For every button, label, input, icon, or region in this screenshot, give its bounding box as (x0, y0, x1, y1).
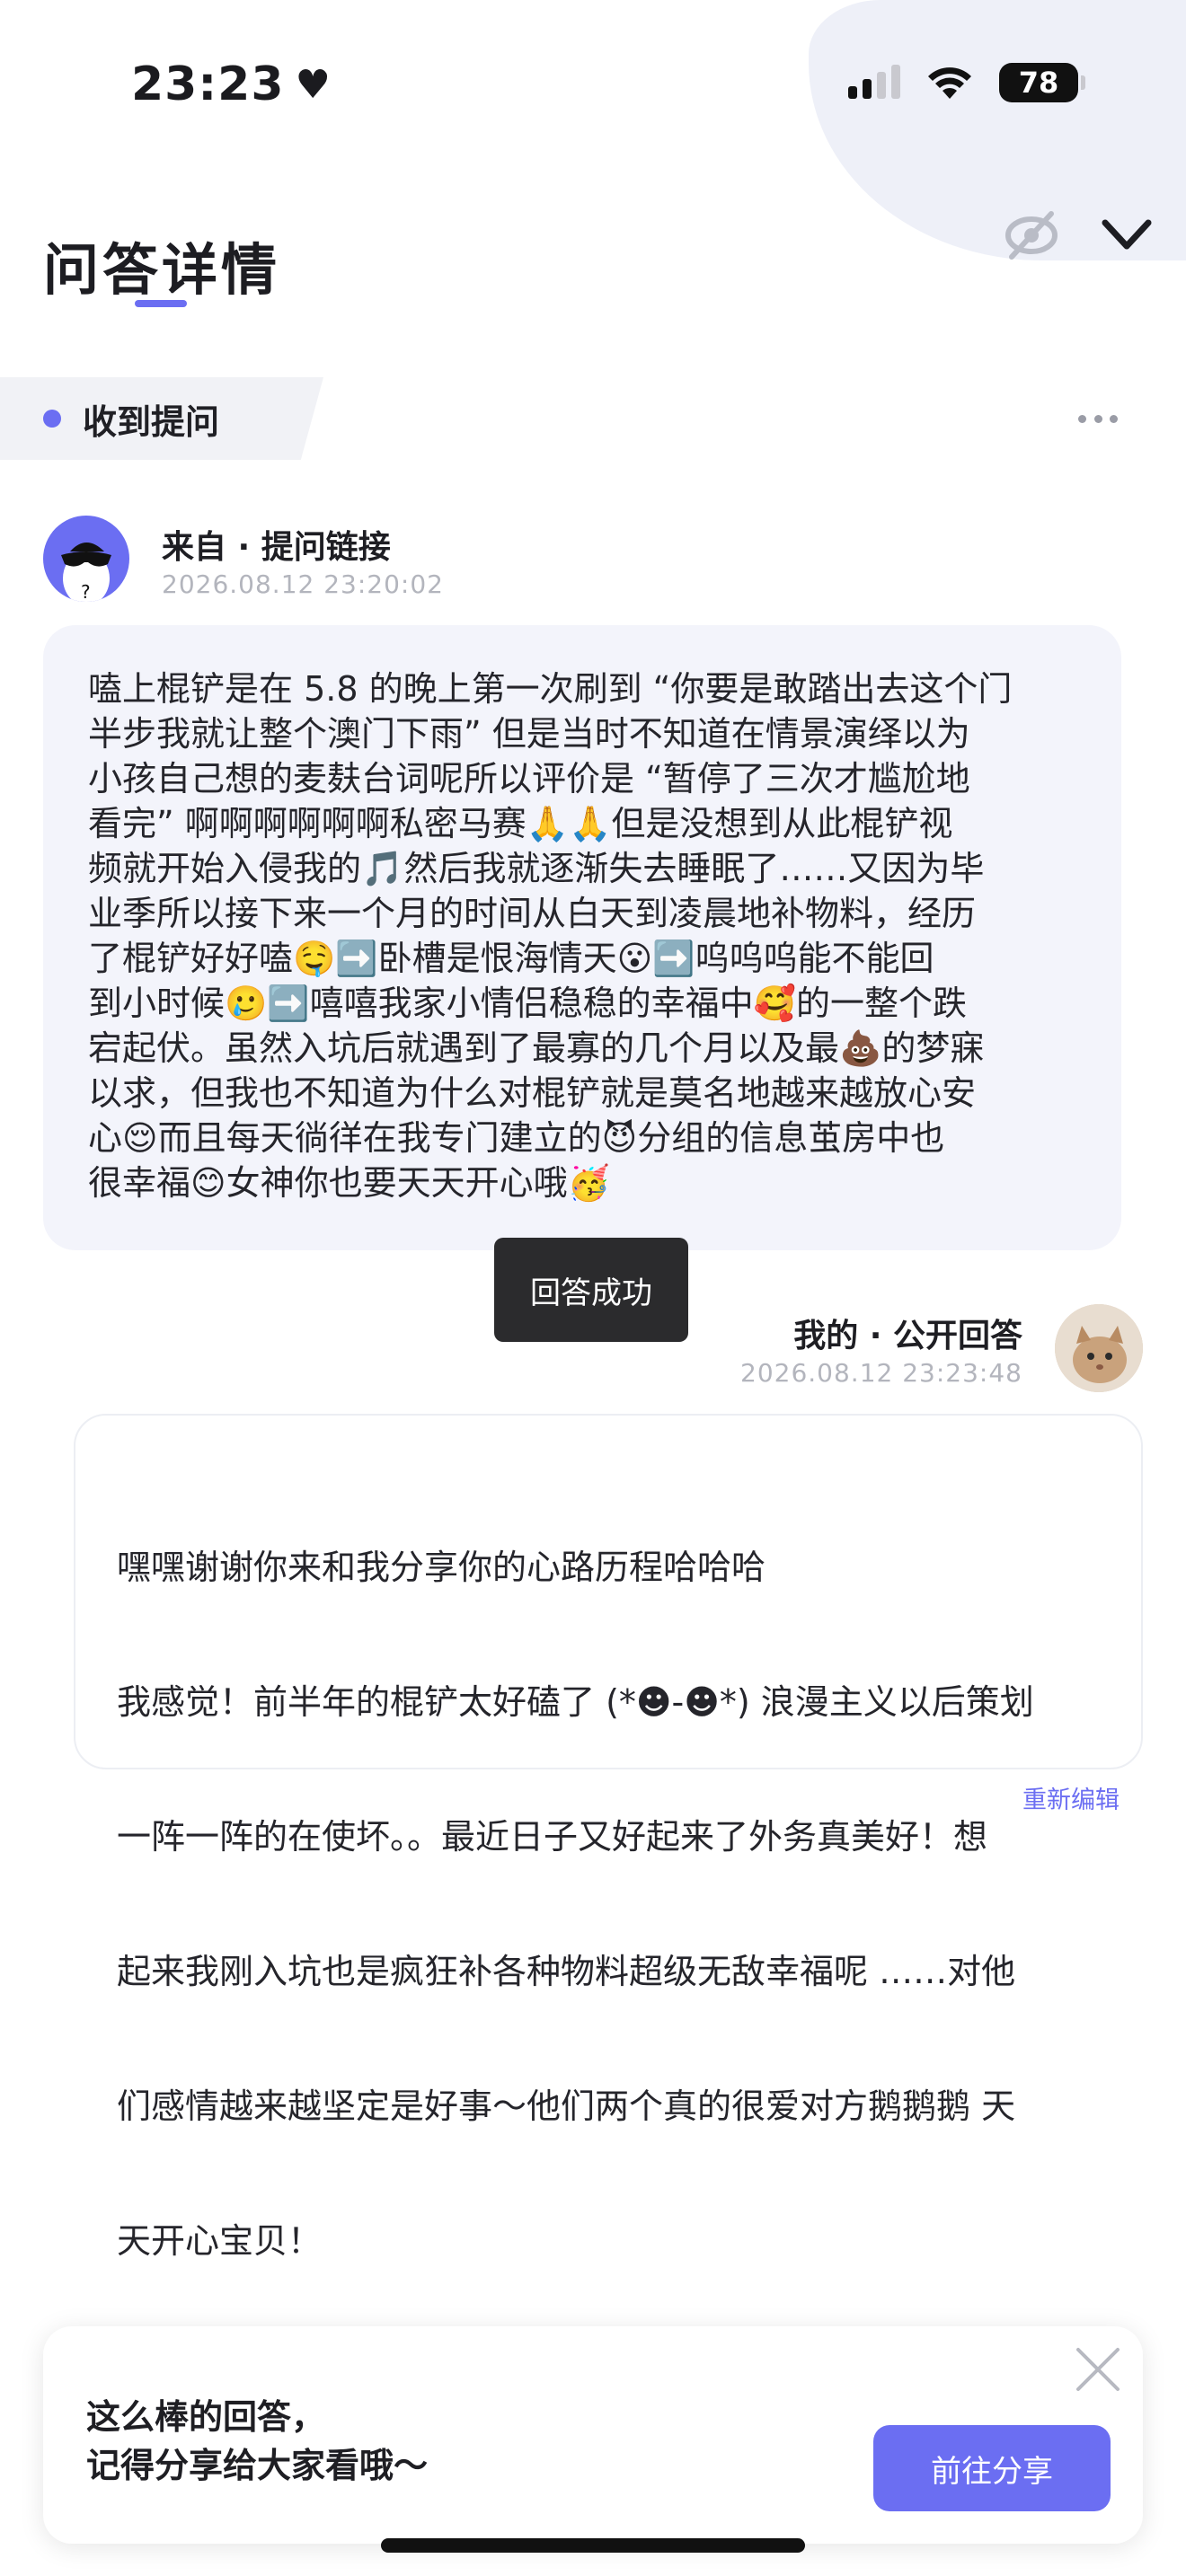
share-line-2: 记得分享给大家看哦～ (86, 2446, 429, 2485)
share-prompt-card: 这么棒的回答， 记得分享给大家看哦～ 前往分享 (43, 2326, 1143, 2544)
success-toast: 回答成功 (494, 1238, 688, 1342)
user-avatar (1055, 1304, 1143, 1392)
share-prompt-text: 这么棒的回答， 记得分享给大家看哦～ (86, 2393, 428, 2490)
question-line: 到小时候🥲➡️嘻嘻我家小情侣稳稳的幸福中🥰的一整个跌 (88, 984, 967, 1023)
re-edit-link[interactable]: 重新编辑 (1022, 1780, 1120, 1815)
share-line-1: 这么棒的回答， (86, 2397, 326, 2437)
tag-label: 收到提问 (83, 401, 220, 442)
home-indicator[interactable] (381, 2538, 805, 2553)
heart-icon: ♥ (295, 61, 332, 108)
question-tag: 收到提问 (0, 377, 323, 460)
question-line: 很幸福😊女神你也要天天开心哦🥳 (88, 1163, 610, 1203)
question-line: 了棍铲好好嗑🤤➡️卧槽是恨海情天😮➡️呜呜呜能不能回 (88, 939, 934, 978)
page-header: 问答详情 (0, 198, 1186, 323)
title-underline (135, 300, 187, 307)
status-icons: 78 (848, 63, 1085, 102)
answer-label: 我的 · 公开回答 (793, 1318, 1022, 1354)
battery-level: 78 (1018, 66, 1059, 100)
question-line: 宕起伏。虽然入坑后就遇到了最寡的几个月以及最💩的梦寐 (88, 1028, 985, 1068)
clock: 23:23 (131, 57, 285, 111)
answer-line: 起来我刚入坑也是疯狂补各种物料超级无敌幸福呢 ……对他 (117, 1952, 1016, 1991)
signal-icon (848, 65, 900, 99)
answer-line: 嘿嘿谢谢你来和我分享你的心路历程哈哈哈 (117, 1548, 766, 1587)
question-line: 半步我就让整个澳门下雨” 但是当时不知道在情景演绎以为 (88, 714, 970, 754)
question-text: 嗑上棍铲是在 5.8 的晚上第一次刷到 “你要是敢踏出去这个门 半步我就让整个澳… (88, 666, 1078, 1205)
answer-time: 2026.08.12 23:23:48 (740, 1358, 1022, 1388)
question-source: 来自 · 提问链接 (162, 529, 391, 566)
chevron-down-icon[interactable] (1098, 210, 1155, 260)
answer-line: 我感觉！前半年的棍铲太好磕了 (*☻-☻*) 浪漫主义以后策划 (117, 1682, 1034, 1722)
question-line: 看完” 啊啊啊啊啊啊私密马赛🙏🙏但是没想到从此棍铲视 (88, 804, 953, 843)
tag-dot (43, 410, 61, 428)
answer-line: 天开心宝贝！ (117, 2221, 323, 2261)
asker-avatar: ? (43, 516, 129, 602)
status-time: 23:23 ♥ (131, 57, 332, 111)
page-title: 问答详情 (43, 237, 281, 303)
question-line: 以求，但我也不知道为什么对棍铲就是莫名地越来越放心安 (88, 1073, 977, 1113)
battery-icon: 78 (999, 63, 1085, 102)
share-button[interactable]: 前往分享 (873, 2425, 1111, 2511)
question-line: 心😌而且每天徜徉在我专门建立的😈分组的信息茧房中也 (88, 1118, 945, 1158)
answer-line: 一阵一阵的在使坏。。最近日子又好起来了外务真美好！想 (117, 1817, 988, 1857)
question-time: 2026.08.12 23:20:02 (162, 569, 444, 599)
answer-text: 嘿嘿谢谢你来和我分享你的心路历程哈哈哈 我感觉！前半年的棍铲太好磕了 (*☻-☻… (117, 1455, 1098, 2353)
question-line: 业季所以接下来一个月的时间从白天到凌晨地补物料，经历 (88, 894, 977, 933)
answer-line: 们感情越来越坚定是好事～他们两个真的很爱对方鹅鹅鹅 天 (117, 2086, 1016, 2126)
svg-text:?: ? (81, 581, 91, 602)
status-bar: 23:23 ♥ 78 (0, 0, 1186, 171)
wifi-icon (928, 67, 971, 99)
eye-off-icon[interactable] (1003, 207, 1060, 264)
question-line: 嗑上棍铲是在 5.8 的晚上第一次刷到 “你要是敢踏出去这个门 (88, 669, 1013, 709)
question-line: 小孩自己想的麦麸台词呢所以评价是 “暂停了三次才尴尬地 (88, 759, 970, 798)
answer-bubble: 嘿嘿谢谢你来和我分享你的心路历程哈哈哈 我感觉！前半年的棍铲太好磕了 (*☻-☻… (74, 1414, 1143, 2261)
question-bubble: 嗑上棍铲是在 5.8 的晚上第一次刷到 “你要是敢踏出去这个门 半步我就让整个澳… (43, 625, 1121, 1250)
question-line: 频就开始入侵我的🎵然后我就逐渐失去睡眠了……又因为毕 (88, 849, 985, 888)
close-icon[interactable] (1073, 2344, 1123, 2395)
more-icon[interactable] (1078, 411, 1118, 426)
